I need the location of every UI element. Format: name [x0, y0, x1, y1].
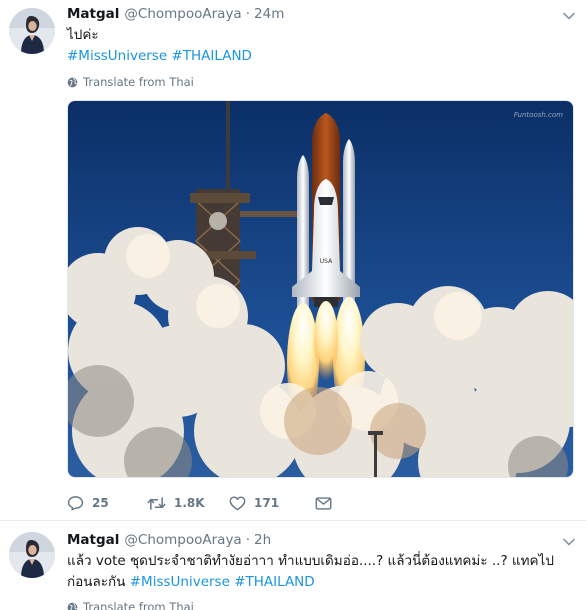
hashtag-link[interactable]: #MissUniverse — [130, 574, 230, 590]
like-count: 171 — [254, 496, 280, 510]
tweet-feed: Matgal @ChompooAraya · 24m ไปค่ะ #MissUn… — [0, 0, 586, 610]
hashtag-link[interactable]: #THAILAND — [171, 48, 252, 64]
tweet-actions: 25 1.8K 171 — [67, 493, 332, 513]
translate-label[interactable]: Translate from Thai — [83, 75, 194, 89]
separator-dot: · — [245, 532, 251, 548]
tweet-text: ไปค่ะ #MissUniverse #THAILAND — [67, 25, 572, 67]
space-shuttle-launch-photo: USA — [68, 101, 573, 477]
reply-icon — [67, 496, 84, 511]
timestamp[interactable]: 24m — [254, 6, 284, 22]
hashtag-link[interactable]: #THAILAND — [234, 574, 315, 590]
envelope-icon — [315, 496, 332, 510]
hashtag-link[interactable]: #MissUniverse — [67, 48, 167, 64]
chevron-down-icon[interactable] — [562, 535, 576, 549]
retweet-icon — [147, 496, 166, 510]
chevron-down-icon[interactable] — [562, 9, 576, 23]
reply-button[interactable]: 25 — [67, 495, 147, 511]
separator-dot: · — [245, 6, 251, 22]
retweet-button[interactable]: 1.8K — [147, 496, 229, 511]
translate-link[interactable]: Translate from Thai — [67, 74, 194, 90]
user-handle[interactable]: @ChompooAraya — [124, 6, 241, 22]
globe-icon — [67, 602, 78, 610]
tweet-photo[interactable]: USA Funtoosh.com — [67, 100, 574, 478]
user-handle[interactable]: @ChompooAraya — [124, 532, 241, 548]
heart-icon — [229, 496, 246, 510]
timestamp[interactable]: 2h — [254, 532, 271, 548]
retweet-count: 1.8K — [174, 496, 205, 510]
avatar[interactable] — [9, 532, 55, 578]
translate-label[interactable]: Translate from Thai — [83, 600, 194, 610]
direct-message-button[interactable] — [315, 496, 332, 510]
like-button[interactable]: 171 — [229, 496, 315, 511]
translate-link[interactable]: Translate from Thai — [67, 599, 194, 610]
photo-watermark: Funtoosh.com — [513, 111, 563, 119]
avatar[interactable] — [9, 8, 55, 54]
globe-icon — [67, 77, 78, 87]
tweet-header: Matgal @ChompooAraya · 2h — [67, 532, 546, 550]
tweet-text: แล้ว vote ชุดประจำชาติทำงัยอ่าาา ทำแบบเด… — [67, 551, 572, 593]
display-name[interactable]: Matgal — [67, 6, 119, 22]
tweet[interactable]: Matgal @ChompooAraya · 2h แล้ว vote ชุดป… — [0, 522, 586, 610]
tweet[interactable]: Matgal @ChompooAraya · 24m ไปค่ะ #MissUn… — [0, 0, 586, 521]
tweet-header: Matgal @ChompooAraya · 24m — [67, 6, 546, 24]
tweet-body: ไปค่ะ — [67, 27, 99, 43]
hashtag-line: #MissUniverse #THAILAND — [67, 46, 572, 67]
svg-text:USA: USA — [320, 258, 333, 265]
reply-count: 25 — [92, 496, 109, 510]
display-name[interactable]: Matgal — [67, 532, 119, 548]
